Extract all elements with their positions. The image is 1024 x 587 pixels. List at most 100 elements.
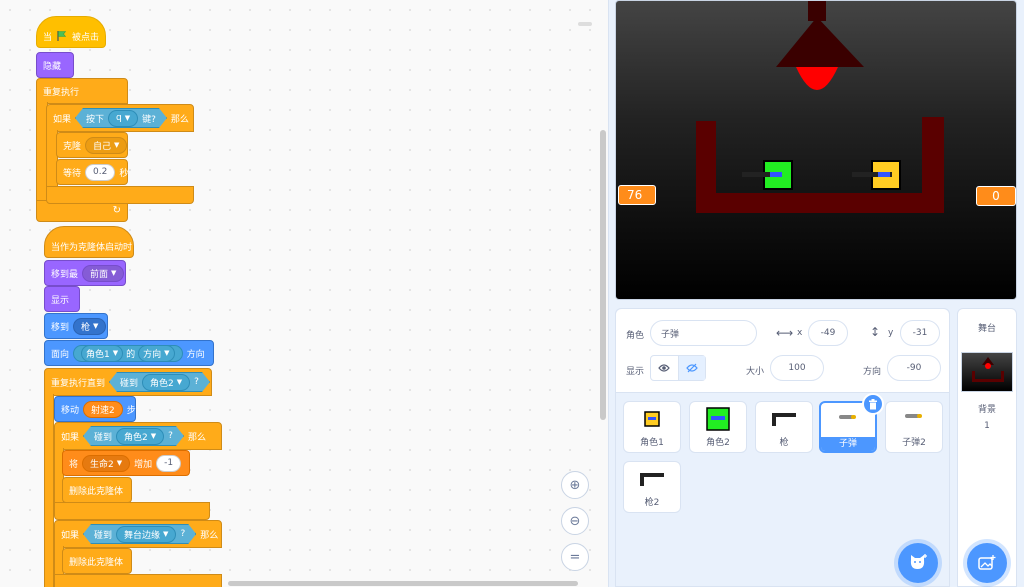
zoom-out-button[interactable]: ⊖: [561, 507, 589, 535]
property-sprite-dropdown[interactable]: 角色1 ▼: [81, 344, 124, 362]
vertical-scrollbar[interactable]: [600, 130, 606, 420]
y-value: -31: [912, 328, 928, 338]
then-label-2: 那么: [187, 432, 206, 443]
fire-rate-value: 射速2: [91, 405, 115, 416]
key-pressed-label: 按下: [86, 114, 105, 125]
chevron-down-icon: ▼: [150, 432, 157, 440]
move-steps-block[interactable]: 移动 射速2 步: [54, 396, 136, 422]
if-touching-block[interactable]: 如果 碰到 角色2 ▼ ? 那么: [54, 422, 222, 450]
delete-sprite-button[interactable]: [862, 393, 884, 415]
touching-target-dropdown-1[interactable]: 角色2 ▼: [142, 374, 190, 391]
sprite-gun2-thumbnail-icon: [640, 473, 664, 486]
when-flag-clicked-block[interactable]: 当 被点击: [36, 16, 106, 48]
wait-input[interactable]: 0.2: [85, 163, 116, 181]
chevron-down-icon: ▼: [114, 141, 120, 149]
y-arrows-icon: ↕: [870, 325, 881, 339]
sprite-name-label: 角色: [626, 331, 645, 341]
show-block[interactable]: 显示: [44, 286, 80, 312]
if-touching-foot: [54, 502, 210, 520]
direction-suffix: 方向: [186, 349, 205, 360]
layer-dropdown[interactable]: 前面 ▼: [82, 264, 125, 282]
show-label: 显示: [51, 295, 70, 306]
clone-target-dropdown[interactable]: 自己 ▼: [85, 136, 128, 154]
zoom-out-icon: ⊖: [569, 513, 581, 529]
property-dropdown[interactable]: 方向 ▼: [138, 344, 175, 362]
fire-rate-variable[interactable]: 射速2: [83, 400, 123, 418]
clone-block[interactable]: 克隆 自己 ▼: [56, 132, 128, 158]
forever-block[interactable]: 重复执行: [36, 78, 128, 104]
chevron-down-icon: ▼: [112, 349, 119, 357]
if-touching-edge-block[interactable]: 如果 碰到 舞台边缘 ▼ ? 那么: [54, 520, 222, 548]
sprite-tile-gun2[interactable]: 枪2: [623, 461, 681, 513]
x-input[interactable]: -49: [808, 320, 848, 346]
go-to-block[interactable]: 移到 枪 ▼: [44, 313, 108, 339]
minimap-handle[interactable]: [578, 22, 592, 26]
stage-scene: [696, 1, 944, 213]
horizontal-scrollbar[interactable]: [228, 581, 578, 586]
hide-label: 隐藏: [43, 61, 62, 72]
key-dropdown[interactable]: q ▼: [108, 110, 138, 127]
yellow-sprite-icon: [852, 160, 901, 190]
add-backdrop-button[interactable]: [967, 543, 1007, 583]
change-variable-block[interactable]: 将 生命2 ▼ 增加 -1: [62, 450, 190, 476]
of-label: 的: [126, 349, 136, 360]
variable-dropdown[interactable]: 生命2 ▼: [82, 454, 131, 472]
change-amount-input[interactable]: -1: [156, 454, 182, 472]
zoom-reset-button[interactable]: =: [561, 543, 589, 571]
sprite-role1-thumbnail-icon: [644, 411, 660, 427]
sprite-role2-thumbnail-icon: [706, 407, 730, 431]
sprite-gun-thumbnail-icon: [772, 413, 796, 426]
key-value: q: [116, 113, 122, 123]
variable-monitor-left[interactable]: 76: [618, 185, 656, 205]
direction-input[interactable]: -90: [887, 355, 941, 381]
go-to-target-value: 枪: [81, 322, 91, 333]
touching-target-dropdown-2[interactable]: 角色2 ▼: [116, 428, 164, 445]
stage-thumbnail[interactable]: [961, 352, 1013, 392]
show-hidden-button[interactable]: [678, 356, 705, 380]
y-label: y: [888, 328, 894, 338]
wait-block[interactable]: 等待 0.2 秒: [56, 159, 128, 185]
chevron-down-icon: ▼: [111, 269, 117, 277]
show-visible-button[interactable]: [651, 356, 679, 380]
eye-off-icon: [685, 363, 698, 373]
when-start-as-clone-block[interactable]: 当作为克隆体启动时: [44, 226, 134, 258]
wait-value: 0.2: [93, 167, 108, 177]
touching-condition-1[interactable]: 碰到 角色2 ▼ ?: [109, 372, 210, 392]
add-sprite-button[interactable]: [898, 543, 938, 583]
delete-clone-block[interactable]: 删除此克隆体: [62, 477, 132, 503]
touching-edge-condition[interactable]: 碰到 舞台边缘 ▼ ?: [83, 524, 196, 544]
touching-edge-dropdown[interactable]: 舞台边缘 ▼: [116, 526, 176, 543]
key-suffix: 键?: [142, 114, 156, 125]
sprite-tile-role2[interactable]: 角色2: [689, 401, 747, 453]
monitor-left-value: 76: [627, 188, 643, 202]
if-edge-foot: [54, 574, 222, 587]
hide-block[interactable]: 隐藏: [36, 52, 74, 78]
question-mark: ?: [194, 377, 199, 387]
y-input[interactable]: -31: [900, 320, 940, 346]
delete-clone-block-2[interactable]: 删除此克隆体: [62, 548, 132, 574]
sprite-tile-bullet2[interactable]: 子弹2: [885, 401, 943, 453]
key-pressed-condition[interactable]: 按下 q ▼ 键?: [75, 108, 167, 128]
sprite-tile-role1[interactable]: 角色1: [623, 401, 681, 453]
sprite-tile-gun[interactable]: 枪: [755, 401, 813, 453]
go-to-target-dropdown[interactable]: 枪 ▼: [73, 317, 107, 335]
sprite-name-input[interactable]: 子弹: [650, 320, 757, 346]
variable-monitor-right[interactable]: 0: [976, 186, 1016, 206]
go-to-layer-block[interactable]: 移到最 前面 ▼: [44, 260, 126, 286]
code-area[interactable]: 当 被点击 隐藏 重复执行 ↻ 如果 按下 q ▼ 键? 那么 克隆 自己 ▼ 等待…: [0, 0, 609, 587]
point-in-direction-block[interactable]: 面向 角色1 ▼ 的 方向 ▼ 方向: [44, 340, 214, 366]
zoom-in-button[interactable]: ⊕: [561, 471, 589, 499]
if-key-pressed-block[interactable]: 如果 按下 q ▼ 键? 那么: [46, 104, 194, 132]
direction-label: 方向: [863, 367, 882, 377]
size-input[interactable]: 100: [770, 355, 824, 381]
green-flag-icon: [57, 31, 67, 41]
if-label: 如果: [53, 114, 72, 125]
if-foot: [46, 186, 194, 204]
stage-canvas[interactable]: 76 0: [615, 0, 1017, 300]
sprite-property-reporter[interactable]: 角色1 ▼ 的 方向 ▼: [73, 344, 183, 362]
chevron-down-icon: ▼: [163, 530, 169, 538]
eye-icon: [658, 364, 671, 372]
chevron-down-icon: ▼: [164, 349, 170, 357]
repeat-until-block[interactable]: 重复执行直到 碰到 角色2 ▼ ?: [44, 368, 212, 396]
touching-condition-2[interactable]: 碰到 角色2 ▼ ?: [83, 426, 184, 446]
